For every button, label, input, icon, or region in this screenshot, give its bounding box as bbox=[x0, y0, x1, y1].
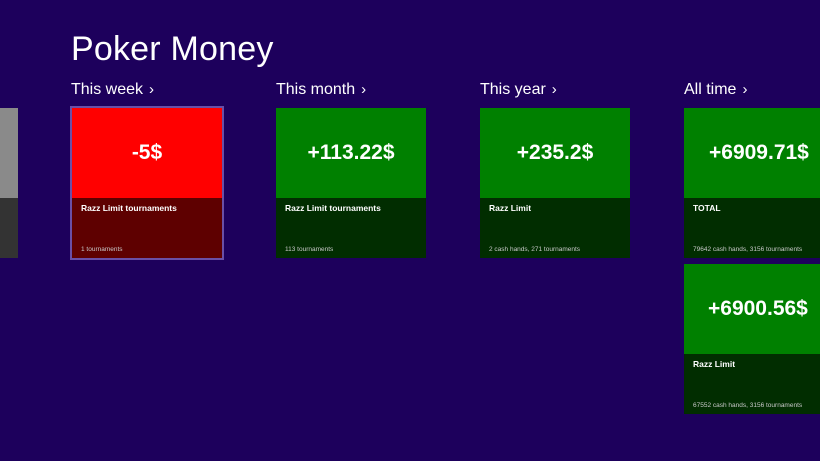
tile-all-time-total[interactable]: +6909.71$ TOTAL 79642 cash hands, 3156 t… bbox=[684, 108, 820, 258]
tile-info: Razz Limit tournaments 113 tournaments bbox=[276, 198, 426, 258]
chevron-right-icon: › bbox=[361, 81, 367, 98]
group-header-label: This month bbox=[276, 81, 356, 98]
chevron-right-icon: › bbox=[742, 81, 748, 98]
tile-info: Razz Limit tournaments 1 tournaments bbox=[72, 198, 222, 258]
page-title: Poker Money bbox=[71, 30, 274, 68]
tile-amount: +235.2$ bbox=[480, 108, 630, 198]
tile-detail: 1 tournaments bbox=[81, 246, 123, 253]
group-header-all-time[interactable]: All time › bbox=[684, 80, 747, 100]
group-header-label: This year bbox=[480, 81, 546, 98]
tile-info: Razz Limit 2 cash hands, 271 tournaments bbox=[480, 198, 630, 258]
chevron-right-icon: › bbox=[551, 81, 557, 98]
tile-label: Razz Limit tournaments bbox=[81, 203, 177, 213]
app-page: Poker Money This week › -5$ Razz Limit to… bbox=[0, 0, 820, 461]
group-header-this-week[interactable]: This week › bbox=[71, 80, 154, 100]
tile-all-time-razz-limit[interactable]: +6900.56$ Razz Limit 67552 cash hands, 3… bbox=[684, 264, 820, 414]
tile-amount: -5$ bbox=[72, 108, 222, 198]
previous-tile-partial[interactable] bbox=[0, 108, 18, 258]
tile-info: TOTAL 79642 cash hands, 3156 tournaments bbox=[684, 198, 820, 258]
group-header-this-month[interactable]: This month › bbox=[276, 80, 366, 100]
tile-label: Razz Limit bbox=[489, 203, 532, 213]
tile-detail: 2 cash hands, 271 tournaments bbox=[489, 246, 581, 253]
tile-amount: +6900.56$ bbox=[684, 264, 820, 354]
group-header-this-year[interactable]: This year › bbox=[480, 80, 557, 100]
tile-label: Razz Limit tournaments bbox=[285, 203, 381, 213]
tile-this-year-razz-limit[interactable]: +235.2$ Razz Limit 2 cash hands, 271 tou… bbox=[480, 108, 630, 258]
group-header-label: This week bbox=[71, 81, 144, 98]
tile-amount: +6909.71$ bbox=[684, 108, 820, 198]
tile-label: TOTAL bbox=[693, 203, 721, 213]
group-header-label: All time bbox=[684, 81, 737, 98]
tile-detail: 79642 cash hands, 3156 tournaments bbox=[693, 246, 803, 253]
tile-info: Razz Limit 67552 cash hands, 3156 tourna… bbox=[684, 354, 820, 414]
tile-amount: +113.22$ bbox=[276, 108, 426, 198]
previous-tile-top bbox=[0, 108, 18, 198]
tile-this-week-razz-limit-tournaments[interactable]: -5$ Razz Limit tournaments 1 tournaments bbox=[70, 106, 224, 260]
tile-this-month-razz-limit-tournaments[interactable]: +113.22$ Razz Limit tournaments 113 tour… bbox=[276, 108, 426, 258]
tile-label: Razz Limit bbox=[693, 359, 736, 369]
tile-detail: 113 tournaments bbox=[285, 246, 334, 253]
chevron-right-icon: › bbox=[149, 81, 155, 98]
tile-detail: 67552 cash hands, 3156 tournaments bbox=[693, 402, 803, 409]
previous-tile-bottom bbox=[0, 198, 18, 258]
